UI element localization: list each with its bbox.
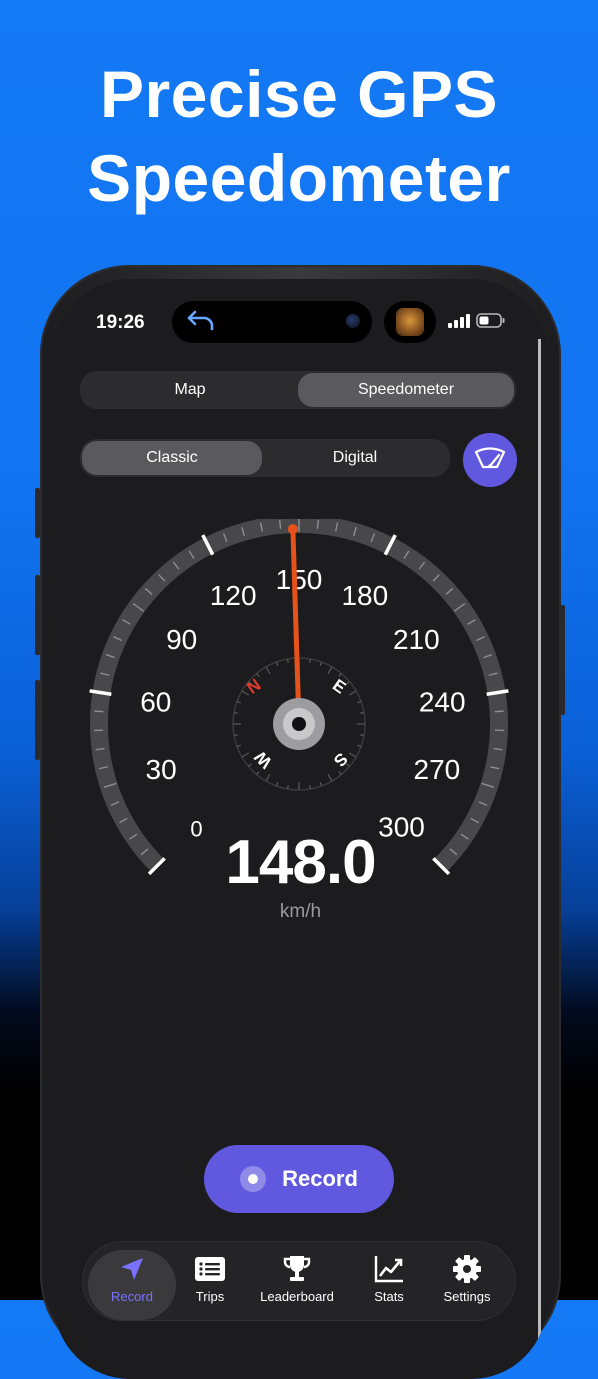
- record-button[interactable]: Record: [204, 1145, 394, 1213]
- gear-icon: [452, 1250, 482, 1287]
- compass-tick: [276, 662, 277, 666]
- trophy-icon: [282, 1250, 312, 1287]
- scale-label-180: 180: [341, 580, 388, 611]
- compass-tick: [310, 659, 311, 663]
- chart-icon: [373, 1250, 405, 1287]
- compass-east: E: [329, 675, 349, 697]
- compass-tick: [328, 774, 332, 781]
- compass-tick: [276, 782, 277, 786]
- artwork-thumbnail: [396, 308, 424, 336]
- compass-tick: [357, 701, 361, 702]
- scale-label-60: 60: [140, 686, 171, 717]
- scale-label-90: 90: [166, 624, 197, 655]
- scale-label-270: 270: [414, 754, 461, 785]
- compass-tick: [242, 691, 249, 695]
- compass-tick: [242, 753, 249, 757]
- speed-readout: 148.0: [54, 827, 547, 898]
- promo-headline: Precise GPS Speedometer: [0, 52, 598, 220]
- status-time: 19:26: [96, 312, 145, 334]
- back-arrow-icon[interactable]: [186, 308, 216, 341]
- live-activity-pill: [384, 301, 436, 343]
- tab-label: Settings: [444, 1289, 491, 1304]
- tab-settings[interactable]: Settings: [425, 1250, 509, 1320]
- headline-line-2: Speedometer: [0, 136, 598, 220]
- compass-tick: [266, 667, 270, 674]
- tab-bar: Record Trips Leaderboard Stats Settings: [82, 1241, 516, 1321]
- compass-tick: [360, 735, 364, 736]
- speed-unit: km/h: [54, 901, 547, 923]
- windshield-mode-button[interactable]: [463, 433, 517, 487]
- needle-hub-center: [292, 717, 306, 731]
- compass-tick: [257, 771, 260, 774]
- compass-tick: [349, 753, 356, 757]
- compass-tick: [266, 774, 270, 781]
- compass-tick: [349, 691, 356, 695]
- scale-label-120: 120: [210, 580, 257, 611]
- battery-icon: [476, 313, 506, 333]
- compass-tick: [237, 745, 241, 746]
- compass-tick: [339, 771, 342, 774]
- phone-side-button: [35, 575, 40, 655]
- status-icons: [448, 313, 506, 333]
- compass-tick: [288, 785, 289, 789]
- headline-line-1: Precise GPS: [0, 52, 598, 136]
- view-option-speedometer[interactable]: Speedometer: [298, 373, 514, 407]
- tab-label: Leaderboard: [260, 1289, 334, 1304]
- compass-tick: [357, 745, 361, 746]
- style-option-digital[interactable]: Digital: [262, 441, 448, 475]
- gauge-tick: [495, 711, 504, 712]
- compass-tick: [234, 713, 238, 714]
- gauge-tick: [94, 711, 103, 712]
- view-option-map[interactable]: Map: [82, 373, 298, 407]
- record-dot-icon: [240, 1166, 266, 1192]
- location-arrow-icon: [117, 1250, 147, 1287]
- tab-label: Record: [111, 1289, 153, 1304]
- compass-north: N: [243, 675, 264, 698]
- compass-tick: [237, 701, 241, 702]
- dynamic-island: [172, 301, 372, 343]
- compass-west: W: [250, 747, 275, 772]
- compass-tick: [320, 662, 321, 666]
- windshield-wiper-icon: [473, 446, 507, 475]
- tab-record[interactable]: Record: [88, 1250, 176, 1320]
- gauge-tick: [317, 520, 318, 529]
- screen-edge-highlight: [538, 339, 541, 1379]
- signal-icon: [448, 314, 470, 333]
- compass-tick: [257, 673, 260, 676]
- scale-label-210: 210: [393, 624, 440, 655]
- compass-tick: [310, 785, 311, 789]
- tab-leaderboard[interactable]: Leaderboard: [255, 1250, 339, 1320]
- needle-tip: [288, 524, 298, 534]
- style-option-classic[interactable]: Classic: [82, 441, 262, 475]
- phone-side-button: [560, 605, 565, 715]
- gauge-tick: [280, 520, 281, 529]
- scale-label-150: 150: [276, 564, 323, 595]
- tab-trips[interactable]: Trips: [168, 1250, 252, 1320]
- record-button-label: Record: [282, 1166, 358, 1192]
- speed-needle: [293, 529, 299, 724]
- compass-tick: [360, 713, 364, 714]
- list-icon: [194, 1250, 226, 1287]
- compass-tick: [234, 735, 238, 736]
- camera-icon: [346, 314, 360, 328]
- compass-tick: [288, 659, 289, 663]
- phone-side-button: [35, 488, 40, 538]
- view-switch: Map Speedometer: [80, 371, 516, 409]
- compass-tick: [248, 764, 251, 767]
- tab-label: Trips: [196, 1289, 224, 1304]
- phone-screen: 19:26 Map Speedometer Classic Digital 0: [54, 279, 547, 1379]
- phone-side-button: [35, 680, 40, 760]
- style-switch: Classic Digital: [80, 439, 450, 477]
- tab-label: Stats: [374, 1289, 404, 1304]
- compass-tick: [320, 782, 321, 786]
- tab-stats[interactable]: Stats: [347, 1250, 431, 1320]
- compass-tick: [328, 667, 332, 674]
- scale-label-30: 30: [146, 754, 177, 785]
- scale-label-240: 240: [419, 686, 466, 717]
